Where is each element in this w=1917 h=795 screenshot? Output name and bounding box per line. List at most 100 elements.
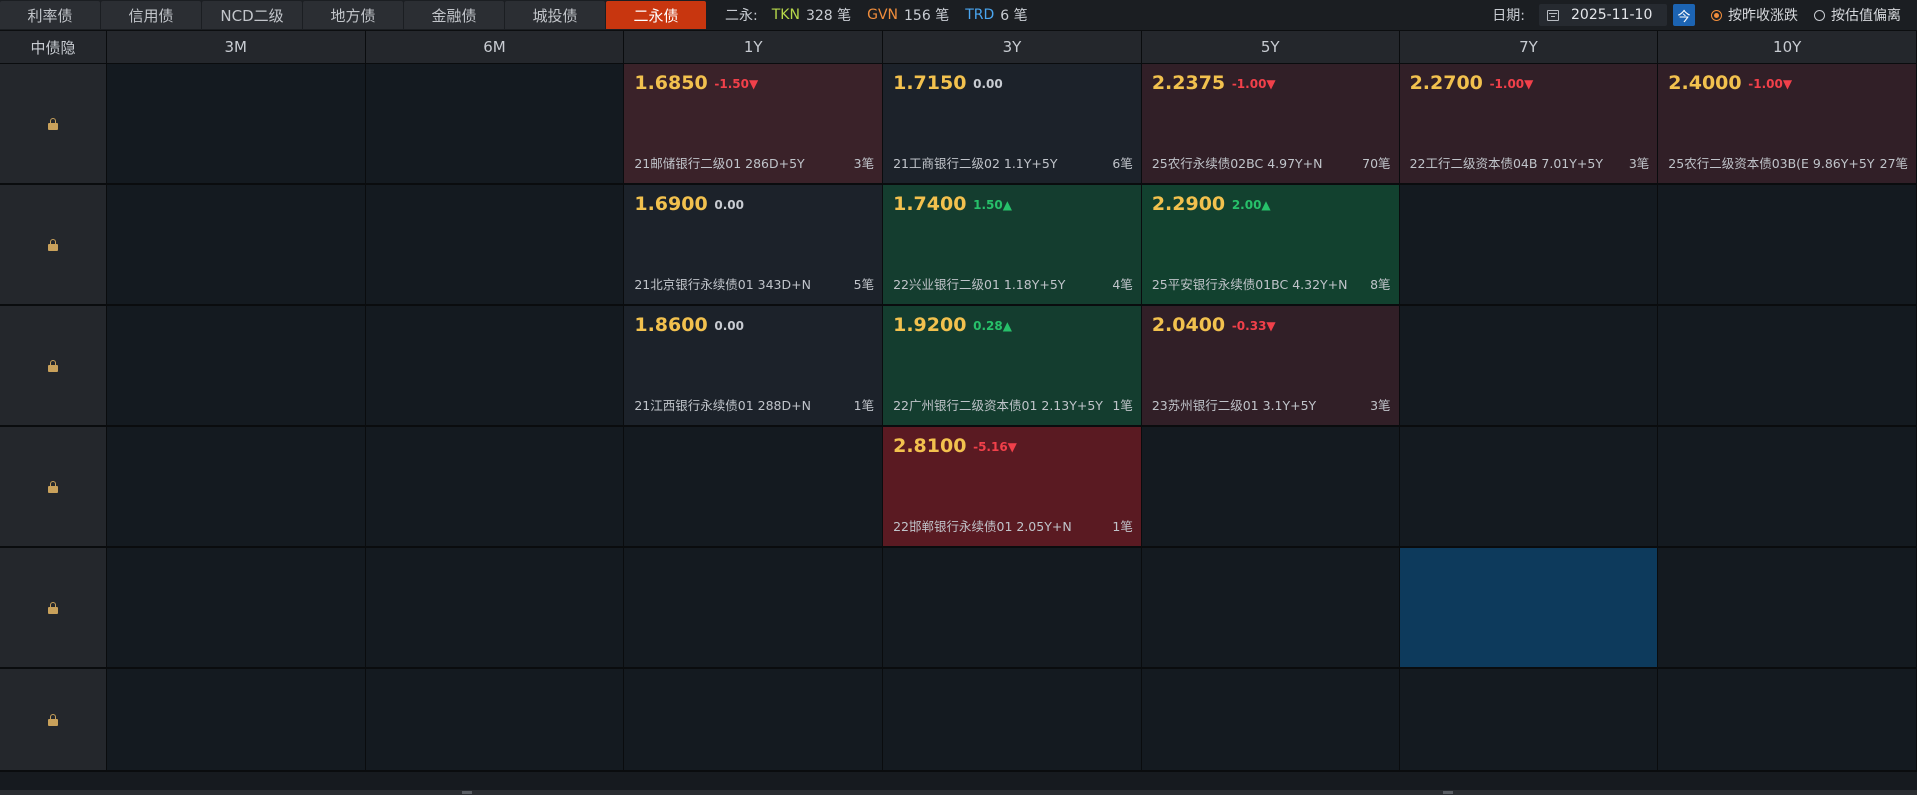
tkn-label: TKN [771,7,800,23]
empty-cell[interactable] [106,548,366,669]
tab-0[interactable]: 利率债 [0,1,100,29]
empty-cell[interactable] [1141,669,1400,772]
tab-4[interactable]: 金融债 [404,1,504,29]
corner-header[interactable]: 中债隐 [0,31,107,64]
column-header-3y[interactable]: 3Y [883,31,1142,64]
empty-cell[interactable] [624,427,884,548]
bond-name: 23苏州银行二级01 3.1Y+5Y [1151,398,1317,413]
lock-icon[interactable] [47,117,58,130]
quote-cell[interactable]: 1.7150 0.00 21工商银行二级02 1.1Y+5Y 6笔 [883,64,1142,185]
lock-icon[interactable] [47,480,58,493]
scroll-grip-right[interactable] [1443,791,1453,794]
empty-cell[interactable] [883,548,1142,669]
empty-cell[interactable] [365,64,625,185]
column-header-5y[interactable]: 5Y [1141,31,1400,64]
tab-2[interactable]: NCD二级 [202,1,302,29]
radio-by-valuation[interactable]: 按估值偏离 [1814,5,1901,25]
empty-cell[interactable] [106,64,366,185]
yield-change: -1.50▼ [714,77,759,91]
yield-value: 2.0400 [1151,314,1226,336]
empty-cell[interactable] [883,669,1142,772]
yield-value: 1.9200 [893,314,967,336]
column-header-6m[interactable]: 6M [365,31,625,64]
horizontal-scrollbar[interactable] [0,790,1917,795]
row-lock-cell[interactable] [0,427,107,548]
lock-icon[interactable] [47,601,58,614]
tab-6[interactable]: 二永债 [606,1,706,29]
row-lock-cell[interactable] [0,548,107,669]
row-lock-cell[interactable] [0,64,107,185]
quote-cell[interactable]: 2.0400 -0.33▼ 23苏州银行二级01 3.1Y+5Y 3笔 [1141,306,1400,427]
empty-cell[interactable] [1658,427,1917,548]
column-header-3m[interactable]: 3M [106,31,366,64]
selected-empty-cell[interactable] [1399,548,1659,669]
column-header-7y[interactable]: 7Y [1399,31,1659,64]
grid-header-row: 中债隐 3M 6M 1Y 3Y 5Y 7Y 10Y [0,31,1917,64]
lock-icon[interactable] [47,238,58,251]
empty-cell[interactable] [1658,306,1917,427]
empty-cell[interactable] [624,669,884,772]
quote-cell[interactable]: 2.8100 -5.16▼ 22邯郸银行永续债01 2.05Y+N 1笔 [883,427,1142,548]
grid-row: 1.6900 0.00 21北京银行永续债01 343D+N 5笔 1.7400 1.50… [0,185,1917,306]
trade-count: 1笔 [853,398,875,413]
empty-cell[interactable] [1658,185,1917,306]
radio-selected-icon [1711,9,1722,21]
bond-name: 25农行永续债02BC 4.97Y+N [1151,156,1323,171]
date-picker[interactable]: 2025-11-10 [1539,4,1667,26]
lock-icon[interactable] [47,359,58,372]
quote-cell[interactable]: 2.2375 -1.00▼ 25农行永续债02BC 4.97Y+N 70笔 [1141,64,1400,185]
empty-cell[interactable] [1658,548,1917,669]
quote-cell[interactable]: 2.2700 -1.00▼ 22工行二级资本债04B 7.01Y+5Y 3笔 [1399,64,1659,185]
bond-name: 25平安银行永续债01BC 4.32Y+N [1151,277,1348,292]
empty-cell[interactable] [365,548,625,669]
row-lock-cell[interactable] [0,669,107,772]
yield-value: 2.2900 [1151,193,1226,215]
quote-cell[interactable]: 2.4000 -1.00▼ 25农行二级资本债03B(E 9.86Y+5Y 27笔 [1658,64,1917,185]
quote-cell[interactable]: 2.2900 2.00▲ 25平安银行永续债01BC 4.32Y+N 8笔 [1141,185,1400,306]
trd-label: TRD [965,7,995,23]
empty-cell[interactable] [1141,427,1400,548]
quote-cell[interactable]: 1.6850 -1.50▼ 21邮储银行二级01 286D+5Y 3笔 [624,64,884,185]
radio-by-prev-close[interactable]: 按昨收涨跌 [1711,5,1798,25]
calendar-icon[interactable] [1547,9,1559,21]
empty-cell[interactable] [624,548,884,669]
empty-cell[interactable] [1399,427,1659,548]
empty-cell[interactable] [106,669,366,772]
tab-1[interactable]: 信用债 [101,1,201,29]
empty-cell[interactable] [365,669,625,772]
empty-cell[interactable] [106,185,366,306]
bond-name: 22广州银行二级资本债01 2.13Y+5Y [893,398,1103,413]
quote-cell[interactable]: 1.7400 1.50▲ 22兴业银行二级01 1.18Y+5Y 4笔 [883,185,1142,306]
trade-count: 70笔 [1362,156,1391,171]
tab-5[interactable]: 城投债 [505,1,605,29]
trd-count: 6 笔 [1000,8,1028,24]
empty-cell[interactable] [365,185,625,306]
empty-cell[interactable] [365,427,625,548]
empty-cell[interactable] [1399,669,1659,772]
empty-cell[interactable] [365,306,625,427]
bond-name: 22邯郸银行永续债01 2.05Y+N [893,519,1072,534]
row-lock-cell[interactable] [0,306,107,427]
today-button[interactable]: 今 [1673,4,1695,26]
quote-cell[interactable]: 1.9200 0.28▲ 22广州银行二级资本债01 2.13Y+5Y 1笔 [883,306,1142,427]
yield-change: -0.33▼ [1231,319,1276,333]
yield-change: 0.00 [714,198,744,212]
empty-cell[interactable] [1399,306,1659,427]
yield-value: 2.2700 [1409,72,1483,94]
empty-cell[interactable] [1658,669,1917,772]
quote-cell[interactable]: 1.8600 0.00 21江西银行永续债01 288D+N 1笔 [624,306,884,427]
empty-cell[interactable] [1399,185,1659,306]
column-header-10y[interactable]: 10Y [1658,31,1917,64]
quote-cell[interactable]: 1.6900 0.00 21北京银行永续债01 343D+N 5笔 [624,185,884,306]
row-lock-cell[interactable] [0,185,107,306]
tab-3[interactable]: 地方债 [303,1,403,29]
empty-cell[interactable] [1141,548,1400,669]
scroll-grip-left[interactable] [462,791,472,794]
column-header-1y[interactable]: 1Y [624,31,884,64]
lock-icon[interactable] [47,713,58,726]
empty-cell[interactable] [106,306,366,427]
yield-value: 1.7400 [893,193,967,215]
yield-change: 0.00 [714,319,744,333]
bond-name: 21邮储银行二级01 286D+5Y [634,156,805,171]
empty-cell[interactable] [106,427,366,548]
